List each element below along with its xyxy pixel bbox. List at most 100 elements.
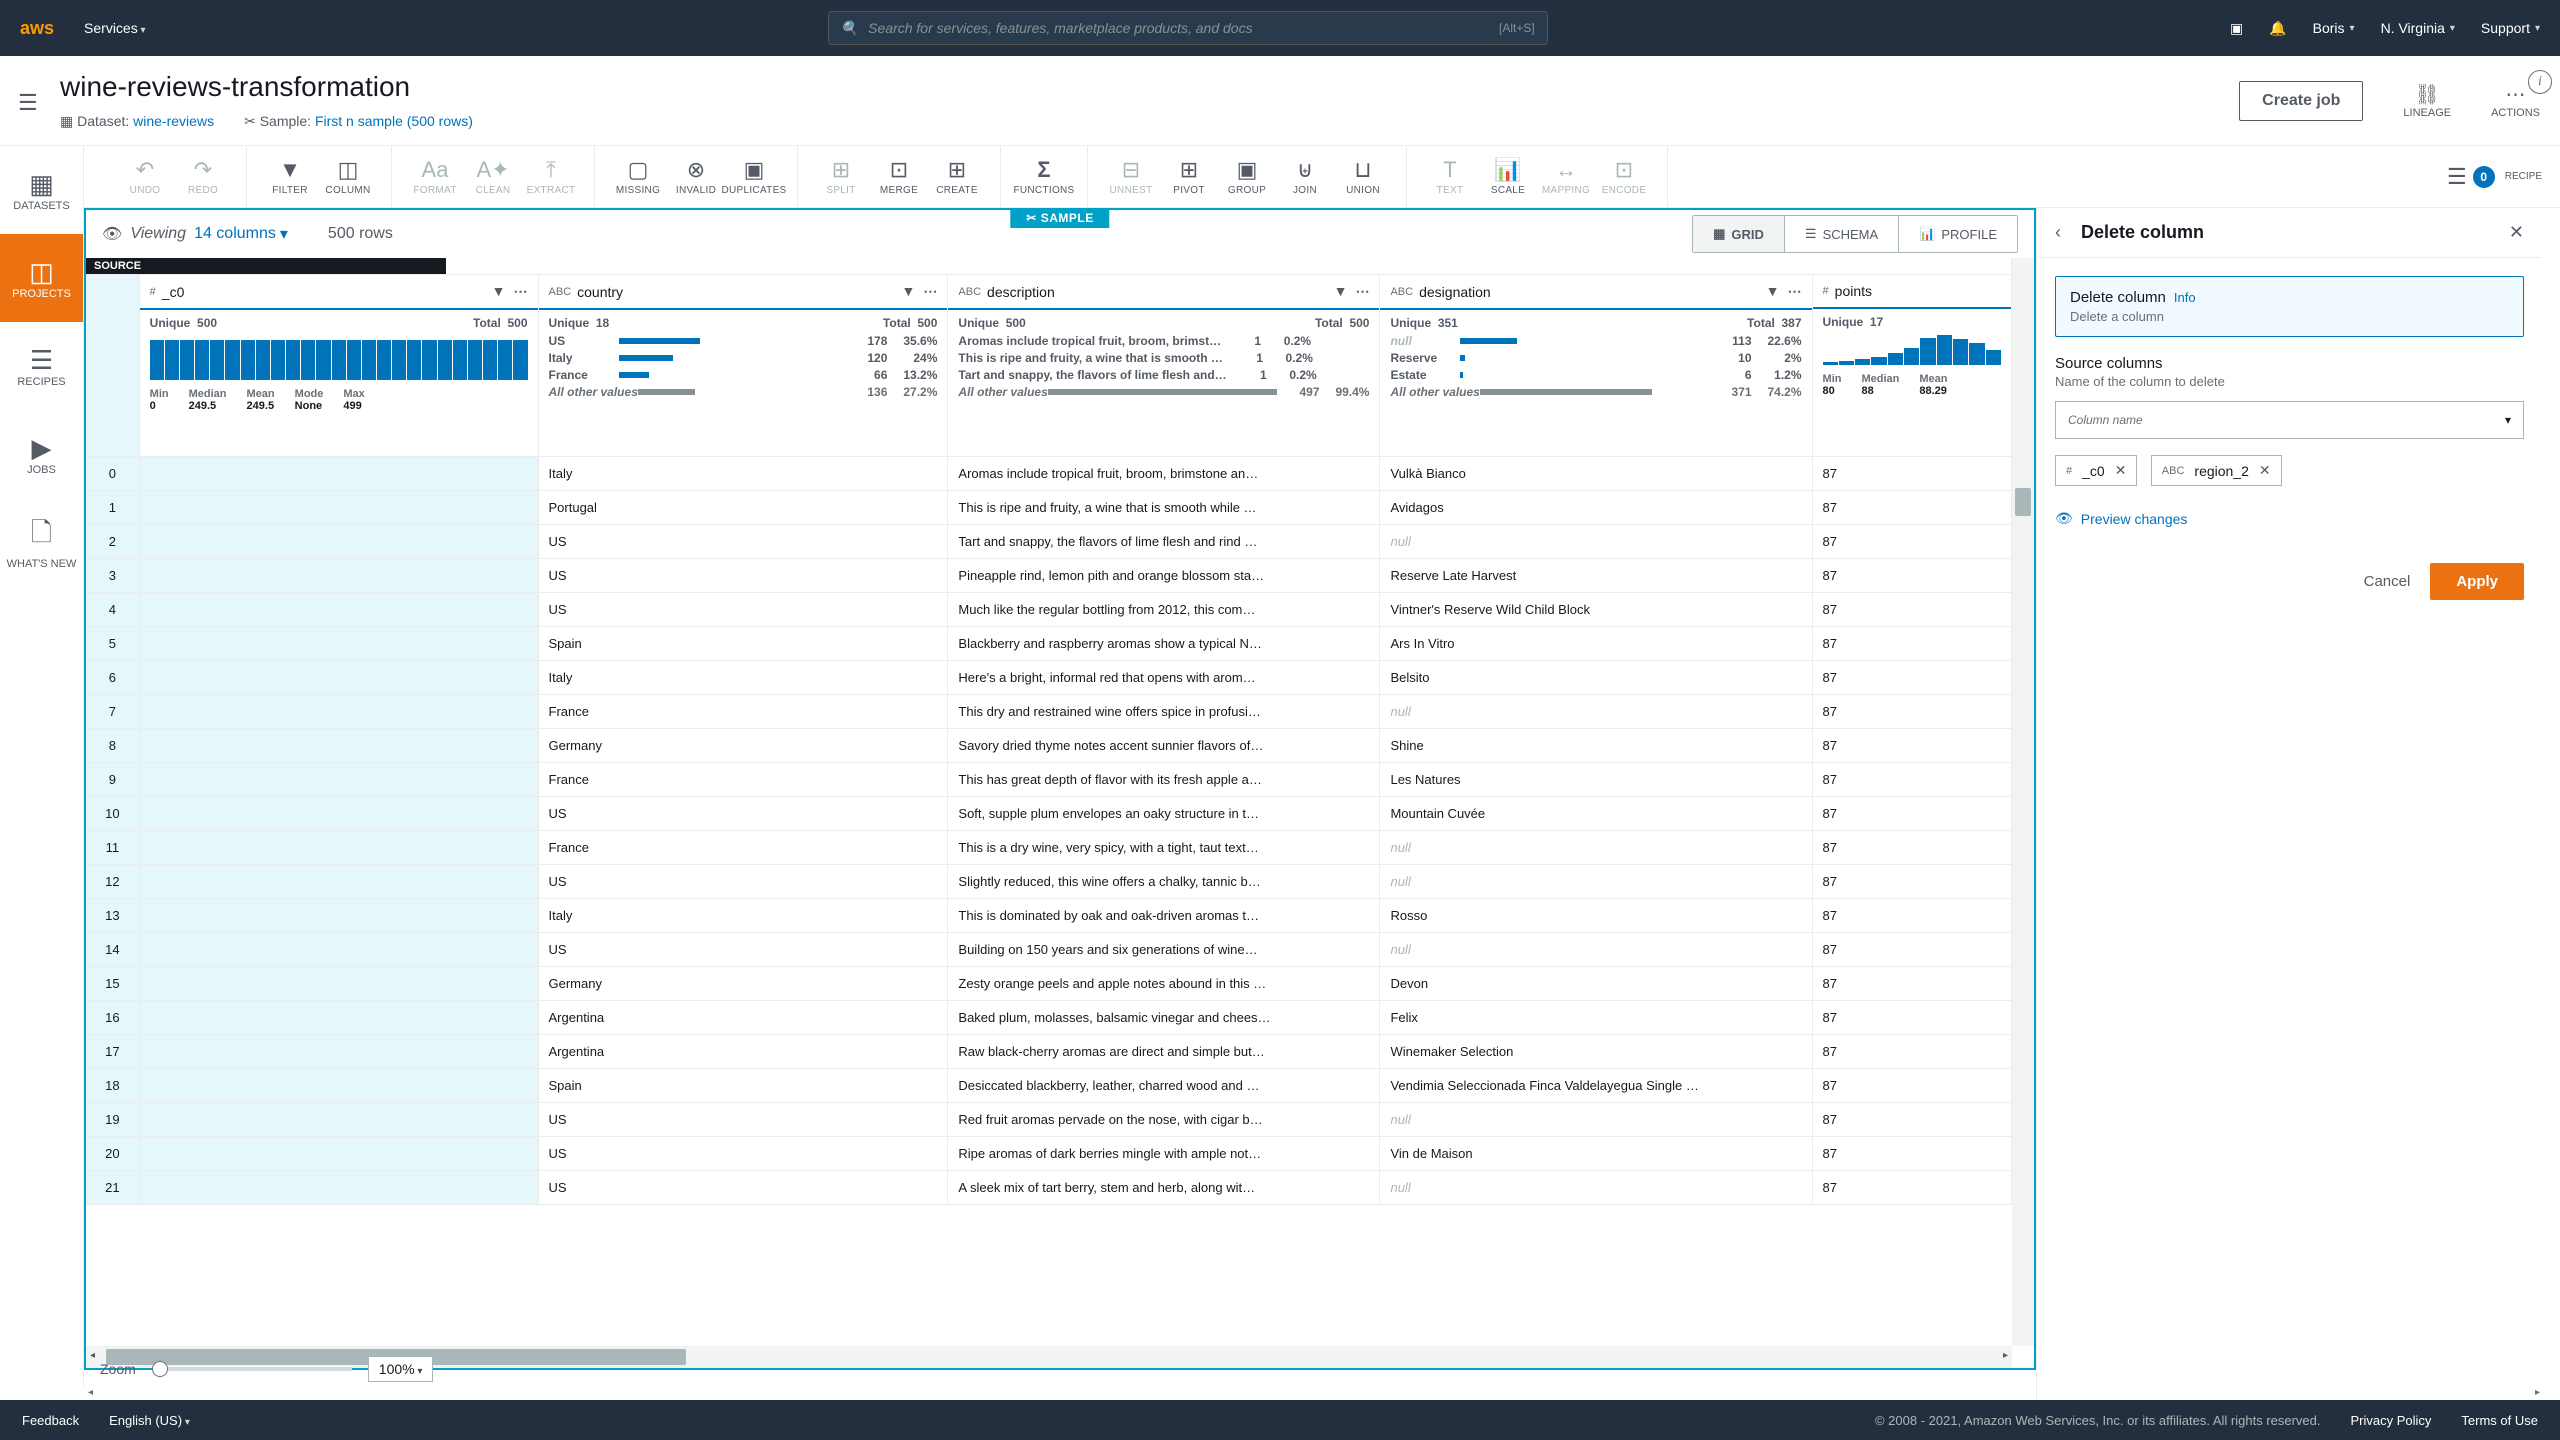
cloudshell-icon[interactable]: ▣ [2230, 20, 2243, 37]
histogram-c0 [150, 336, 528, 380]
table-row[interactable]: 19USRed fruit aromas pervade on the nose… [86, 1103, 2012, 1137]
table-row[interactable]: 21USA sleek mix of tart berry, stem and … [86, 1171, 2012, 1205]
scale-button[interactable]: 📊SCALE [1479, 152, 1537, 202]
tab-schema[interactable]: ☰SCHEMA [1785, 216, 1899, 252]
outer-horizontal-scrollbar[interactable]: ◂▸ [88, 1384, 2540, 1400]
table-row[interactable]: 20USRipe aromas of dark berries mingle w… [86, 1137, 2012, 1171]
table-row[interactable]: 6ItalyHere's a bright, informal red that… [86, 661, 2012, 695]
split-button[interactable]: ⊞SPLIT [812, 152, 870, 202]
dataset-link[interactable]: wine-reviews [133, 113, 214, 129]
close-button[interactable]: ✕ [2509, 222, 2524, 243]
table-row[interactable]: 1PortugalThis is ripe and fruity, a wine… [86, 491, 2012, 525]
sample-link[interactable]: First n sample (500 rows) [315, 113, 473, 129]
table-row[interactable]: 13ItalyThis is dominated by oak and oak-… [86, 899, 2012, 933]
zoom-select[interactable]: 100% [368, 1356, 434, 1382]
chip-remove-region2[interactable]: ✕ [2259, 462, 2271, 479]
info-icon[interactable]: i [2528, 70, 2552, 94]
cancel-button[interactable]: Cancel [2364, 573, 2411, 590]
table-row[interactable]: 15GermanyZesty orange peels and apple no… [86, 967, 2012, 1001]
column-select[interactable]: Column name▾ [2055, 401, 2524, 439]
feedback-link[interactable]: Feedback [22, 1413, 79, 1428]
global-search[interactable]: 🔍 Search for services, features, marketp… [828, 11, 1548, 45]
encode-button[interactable]: ⊡ENCODE [1595, 152, 1653, 202]
user-menu[interactable]: Boris [2313, 20, 2355, 36]
create-job-button[interactable]: Create job [2239, 81, 2363, 121]
redo-button[interactable]: ↷REDO [174, 152, 232, 202]
notifications-icon[interactable]: 🔔 [2269, 20, 2286, 37]
more-icon[interactable]: ⋯ [514, 283, 528, 300]
profile-icon: 📊 [1919, 226, 1935, 242]
column-button[interactable]: ◫COLUMN [319, 152, 377, 202]
back-button[interactable]: ‹ [2055, 222, 2061, 243]
functions-button[interactable]: ΣFUNCTIONS [1015, 152, 1073, 202]
sidebar-item-jobs[interactable]: ▶JOBS [0, 410, 83, 498]
table-row[interactable]: 18SpainDesiccated blackberry, leather, c… [86, 1069, 2012, 1103]
support-menu[interactable]: Support [2481, 20, 2540, 36]
table-row[interactable]: 9FranceThis has great depth of flavor wi… [86, 763, 2012, 797]
table-row[interactable]: 12USSlightly reduced, this wine offers a… [86, 865, 2012, 899]
sidebar-item-projects[interactable]: ◫PROJECTS [0, 234, 83, 322]
invalid-button[interactable]: ⊗INVALID [667, 152, 725, 202]
unnest-button[interactable]: ⊟UNNEST [1102, 152, 1160, 202]
pivot-button[interactable]: ⊞PIVOT [1160, 152, 1218, 202]
table-row[interactable]: 14USBuilding on 150 years and six genera… [86, 933, 2012, 967]
privacy-link[interactable]: Privacy Policy [2351, 1413, 2432, 1428]
table-row[interactable]: 4USMuch like the regular bottling from 2… [86, 593, 2012, 627]
clean-button[interactable]: A✦CLEAN [464, 152, 522, 202]
table-row[interactable]: 3USPineapple rind, lemon pith and orange… [86, 559, 2012, 593]
table-row[interactable]: 0ItalyAromas include tropical fruit, bro… [86, 457, 2012, 491]
eye-icon: 👁 [2055, 510, 2073, 527]
group-button[interactable]: ▣GROUP [1218, 152, 1276, 202]
table-row[interactable]: 8GermanySavory dried thyme notes accent … [86, 729, 2012, 763]
sidebar-item-datasets[interactable]: ▦DATASETS [0, 146, 83, 234]
table-row[interactable]: 10USSoft, supple plum envelopes an oaky … [86, 797, 2012, 831]
text-button[interactable]: TTEXT [1421, 152, 1479, 202]
col-header-c0[interactable]: #_c0▼⋯ Unique 500Total 500 Min0 Median24… [139, 275, 538, 457]
grid-view-icon: ▦ [1713, 226, 1725, 242]
table-row[interactable]: 16ArgentinaBaked plum, molasses, balsami… [86, 1001, 2012, 1035]
duplicates-button[interactable]: ▣DUPLICATES [725, 152, 783, 202]
zoom-slider[interactable] [152, 1367, 352, 1371]
terms-link[interactable]: Terms of Use [2461, 1413, 2538, 1428]
col-header-designation[interactable]: ABCdesignation▼⋯ Unique 351Total 387 nul… [1380, 275, 1812, 457]
table-row[interactable]: 17ArgentinaRaw black-cherry aromas are d… [86, 1035, 2012, 1069]
preview-changes[interactable]: 👁Preview changes [2055, 510, 2524, 527]
zoom-control: Zoom 100% [100, 1356, 433, 1382]
language-select[interactable]: English (US) [109, 1413, 190, 1428]
services-menu[interactable]: Services [84, 20, 146, 36]
columns-dropdown[interactable]: 14 columns ▾ [194, 224, 288, 244]
info-link[interactable]: Info [2174, 290, 2196, 305]
region-menu[interactable]: N. Virginia [2381, 20, 2455, 36]
col-header-description[interactable]: ABCdescription▼⋯ Unique 500Total 500 Aro… [948, 275, 1380, 457]
table-row[interactable]: 7FranceThis dry and restrained wine offe… [86, 695, 2012, 729]
aws-logo[interactable]: aws [20, 18, 54, 39]
mapping-button[interactable]: ↔MAPPING [1537, 152, 1595, 202]
chip-remove-c0[interactable]: ✕ [2115, 462, 2127, 479]
sidebar-item-whatsnew[interactable]: 🗋WHAT'S NEW [0, 498, 83, 586]
col-header-country[interactable]: ABCcountry▼⋯ Unique 18Total 500 US17835.… [538, 275, 948, 457]
extract-button[interactable]: ⤒EXTRACT [522, 152, 580, 202]
table-row[interactable]: 11FranceThis is a dry wine, very spicy, … [86, 831, 2012, 865]
table-row[interactable]: 2USTart and snappy, the flavors of lime … [86, 525, 2012, 559]
recipe-button[interactable]: ☰ 0 [2447, 152, 2495, 202]
filter-icon[interactable]: ▼ [492, 283, 506, 300]
filter-button[interactable]: ▼FILTER [261, 152, 319, 202]
merge-button[interactable]: ⊡MERGE [870, 152, 928, 202]
lineage-button[interactable]: ⛓LINEAGE [2403, 82, 2451, 119]
source-header: SOURCE [86, 258, 446, 274]
format-button[interactable]: AaFORMAT [406, 152, 464, 202]
apply-button[interactable]: Apply [2430, 563, 2524, 600]
table-row[interactable]: 5SpainBlackberry and raspberry aromas sh… [86, 627, 2012, 661]
col-header-points[interactable]: #points Unique 17 Min80 Median88 Mean88.… [1812, 275, 2011, 457]
eye-icon: 👁 [102, 224, 122, 244]
create-button[interactable]: ⊞CREATE [928, 152, 986, 202]
join-button[interactable]: ⊎JOIN [1276, 152, 1334, 202]
hamburger-icon[interactable]: ☰ [18, 90, 38, 116]
sidebar-item-recipes[interactable]: ☰RECIPES [0, 322, 83, 410]
undo-button[interactable]: ↶UNDO [116, 152, 174, 202]
vertical-scrollbar[interactable] [2012, 258, 2034, 1346]
tab-grid[interactable]: ▦GRID [1693, 216, 1785, 252]
union-button[interactable]: ⊔UNION [1334, 152, 1392, 202]
tab-profile[interactable]: 📊PROFILE [1899, 216, 2017, 252]
missing-button[interactable]: ▢MISSING [609, 152, 667, 202]
